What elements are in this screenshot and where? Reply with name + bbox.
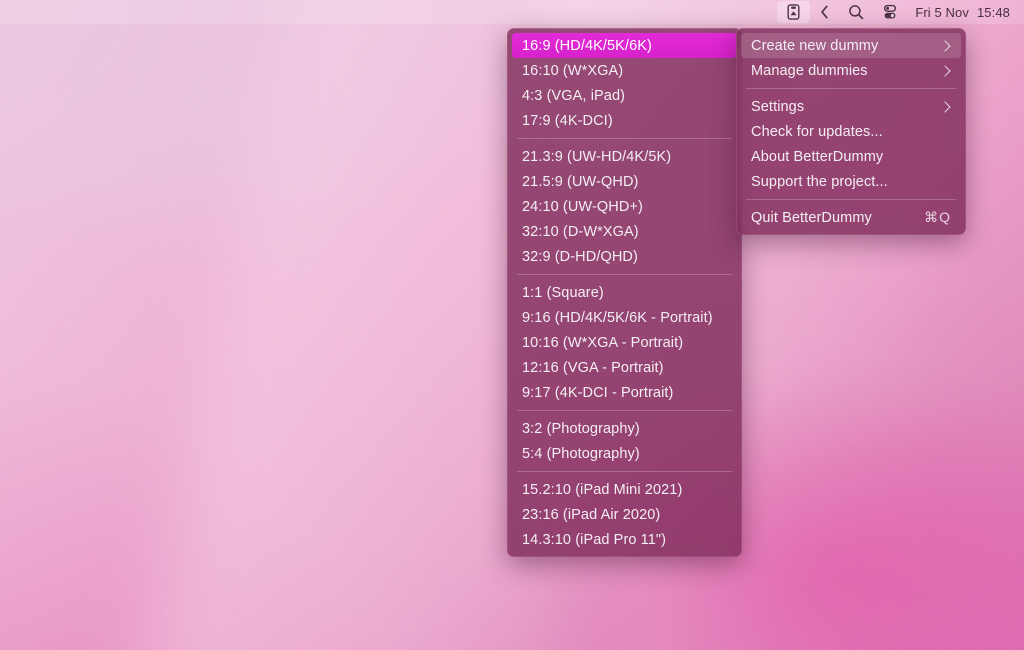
aspect-ratio-menu-item[interactable]: 32:9 (D-HD/QHD) bbox=[512, 244, 737, 269]
aspect-ratio-label: 3:2 (Photography) bbox=[522, 420, 640, 437]
aspect-ratio-label: 16:9 (HD/4K/5K/6K) bbox=[522, 37, 652, 54]
aspect-ratio-menu-item[interactable]: 16:10 (W*XGA) bbox=[512, 58, 737, 83]
aspect-ratio-label: 10:16 (W*XGA - Portrait) bbox=[522, 334, 684, 351]
aspect-ratio-label: 32:9 (D-HD/QHD) bbox=[522, 248, 638, 265]
aspect-ratio-label: 9:16 (HD/4K/5K/6K - Portrait) bbox=[522, 309, 713, 326]
main-menu-item-label: Manage dummies bbox=[751, 62, 868, 79]
menu-separator bbox=[517, 274, 732, 275]
aspect-ratio-label: 23:16 (iPad Air 2020) bbox=[522, 506, 661, 523]
aspect-ratio-menu-item[interactable]: 9:16 (HD/4K/5K/6K - Portrait) bbox=[512, 305, 737, 330]
menu-bar-time: 15:48 bbox=[976, 4, 1010, 20]
main-menu-item[interactable]: Create new dummy bbox=[741, 33, 961, 58]
main-menu-item[interactable]: Settings bbox=[741, 94, 961, 119]
aspect-ratio-menu-item[interactable]: 5:4 (Photography) bbox=[512, 441, 737, 466]
aspect-ratio-menu-item[interactable]: 24:10 (UW-QHD+) bbox=[512, 194, 737, 219]
aspect-ratio-menu-item[interactable]: 10:16 (W*XGA - Portrait) bbox=[512, 330, 737, 355]
betterdummy-icon[interactable] bbox=[777, 1, 811, 23]
main-menu-item[interactable]: About BetterDummy bbox=[741, 144, 961, 169]
aspect-ratio-label: 9:17 (4K-DCI - Portrait) bbox=[522, 384, 674, 401]
main-menu-item-label: Check for updates... bbox=[751, 123, 883, 140]
aspect-ratio-label: 16:10 (W*XGA) bbox=[522, 62, 624, 79]
aspect-ratio-label: 1:1 (Square) bbox=[522, 284, 604, 301]
main-menu-item[interactable]: Quit BetterDummy ⌘Q bbox=[741, 205, 961, 230]
menu-separator bbox=[746, 199, 956, 200]
aspect-ratio-menu-item[interactable]: 21.3:9 (UW-HD/4K/5K) bbox=[512, 144, 737, 169]
aspect-ratio-menu-item[interactable]: 21.5:9 (UW-QHD) bbox=[512, 169, 737, 194]
aspect-ratio-label: 15.2:10 (iPad Mini 2021) bbox=[522, 481, 683, 498]
menu-bar-clock[interactable]: Fri 5 Nov 15:48 bbox=[907, 5, 1014, 20]
aspect-ratio-label: 14.3:10 (iPad Pro 11") bbox=[522, 531, 667, 548]
aspect-ratio-menu-item[interactable]: 3:2 (Photography) bbox=[512, 416, 737, 441]
main-menu-item[interactable]: Manage dummies bbox=[741, 58, 961, 83]
main-menu-item[interactable]: Support the project... bbox=[741, 169, 961, 194]
menu-separator bbox=[517, 471, 732, 472]
control-center-icon[interactable] bbox=[873, 1, 907, 23]
keyboard-shortcut: ⌘Q bbox=[924, 209, 951, 225]
main-menu-item-accessory: ⌘Q bbox=[924, 209, 951, 226]
search-icon[interactable] bbox=[839, 1, 873, 23]
main-menu-item-accessory bbox=[939, 39, 951, 52]
aspect-ratio-menu-item[interactable]: 1:1 (Square) bbox=[512, 280, 737, 305]
main-menu-item-accessory bbox=[939, 64, 951, 77]
chevron-right-icon bbox=[939, 100, 951, 113]
menu-bar-status-items: Fri 5 Nov 15:48 bbox=[777, 0, 1014, 24]
main-menu-item-label: Support the project... bbox=[751, 173, 888, 190]
aspect-ratio-menu-item[interactable]: 17:9 (4K-DCI) bbox=[512, 108, 737, 133]
menu-bar: Fri 5 Nov 15:48 bbox=[0, 0, 1024, 24]
aspect-ratio-label: 17:9 (4K-DCI) bbox=[522, 112, 613, 129]
aspect-ratio-label: 32:10 (D-W*XGA) bbox=[522, 223, 639, 240]
aspect-ratio-label: 5:4 (Photography) bbox=[522, 445, 640, 462]
main-menu-item-label: About BetterDummy bbox=[751, 148, 884, 165]
aspect-ratio-label: 4:3 (VGA, iPad) bbox=[522, 87, 626, 104]
menu-separator bbox=[746, 88, 956, 89]
aspect-ratio-menu-item[interactable]: 32:10 (D-W*XGA) bbox=[512, 219, 737, 244]
main-menu-item-label: Quit BetterDummy bbox=[751, 209, 872, 226]
aspect-ratio-menu-item[interactable]: 12:16 (VGA - Portrait) bbox=[512, 355, 737, 380]
aspect-ratio-menu-item[interactable]: 14.3:10 (iPad Pro 11") bbox=[512, 527, 737, 552]
aspect-ratio-menu-item[interactable]: 16:9 (HD/4K/5K/6K) bbox=[512, 33, 737, 58]
main-menu-item[interactable]: Check for updates... bbox=[741, 119, 961, 144]
aspect-ratio-submenu: 16:9 (HD/4K/5K/6K) 16:10 (W*XGA) 4:3 (VGA,… bbox=[507, 28, 742, 557]
main-menu-item-label: Create new dummy bbox=[751, 37, 879, 54]
main-menu-item-label: Settings bbox=[751, 98, 805, 115]
aspect-ratio-menu-item[interactable]: 9:17 (4K-DCI - Portrait) bbox=[512, 380, 737, 405]
menu-separator bbox=[517, 138, 732, 139]
aspect-ratio-label: 12:16 (VGA - Portrait) bbox=[522, 359, 664, 376]
chevron-right-icon bbox=[939, 39, 951, 52]
aspect-ratio-label: 24:10 (UW-QHD+) bbox=[522, 198, 643, 215]
main-menu-item-accessory bbox=[939, 100, 951, 113]
aspect-ratio-label: 21.5:9 (UW-QHD) bbox=[522, 173, 639, 190]
aspect-ratio-menu-item[interactable]: 23:16 (iPad Air 2020) bbox=[512, 502, 737, 527]
betterdummy-main-menu: Create new dummy Manage dummies Settings Ch… bbox=[736, 28, 966, 235]
aspect-ratio-menu-item[interactable]: 4:3 (VGA, iPad) bbox=[512, 83, 737, 108]
chevron-left-icon[interactable] bbox=[810, 1, 839, 23]
menu-separator bbox=[517, 410, 732, 411]
aspect-ratio-label: 21.3:9 (UW-HD/4K/5K) bbox=[522, 148, 672, 165]
aspect-ratio-menu-item[interactable]: 15.2:10 (iPad Mini 2021) bbox=[512, 477, 737, 502]
chevron-right-icon bbox=[939, 64, 951, 77]
menu-bar-date: Fri 5 Nov bbox=[915, 4, 969, 20]
